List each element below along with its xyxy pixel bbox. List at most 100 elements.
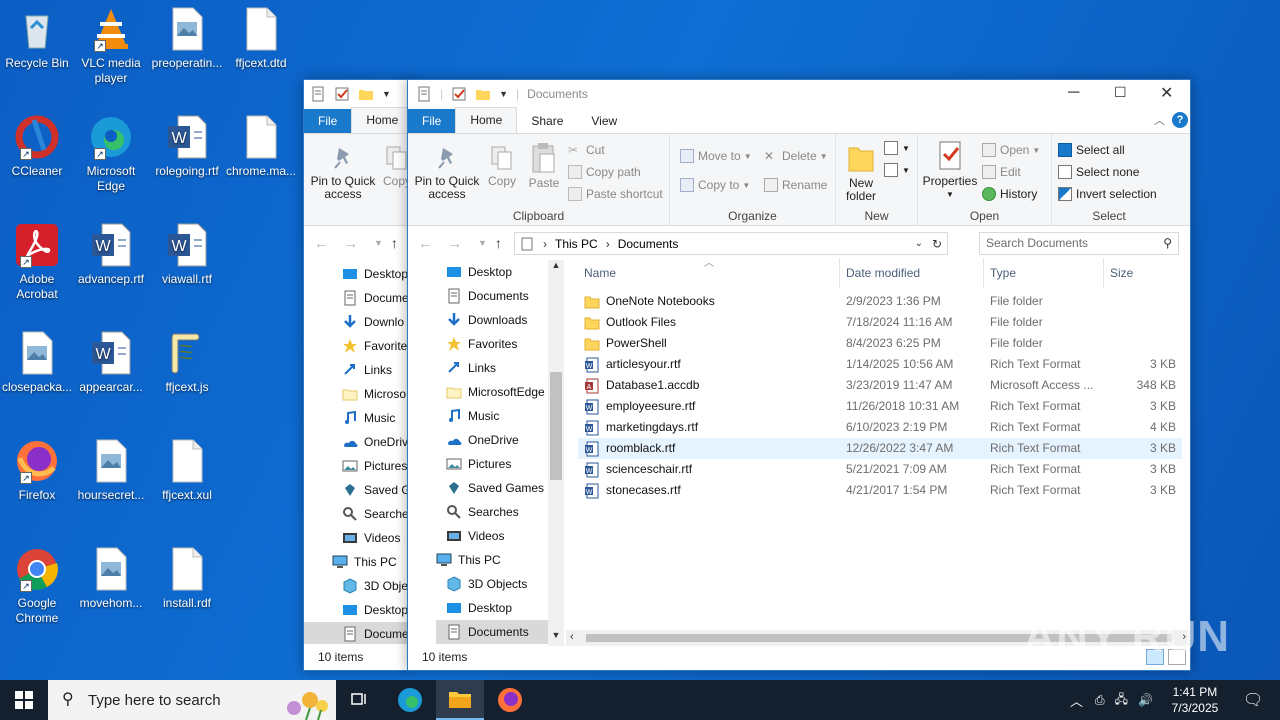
tree-item[interactable]: Desktop [436, 260, 548, 284]
properties-icon[interactable] [416, 86, 432, 102]
tree-item[interactable]: Music [304, 406, 408, 430]
tree-item[interactable]: 3D Obje [304, 574, 408, 598]
refresh-icon[interactable]: ↻ [932, 237, 942, 251]
search-input[interactable]: Search Documents ⚲ [979, 232, 1179, 255]
desktop-icon[interactable]: movehom... [74, 546, 148, 611]
tree-item[interactable]: Pictures [436, 452, 548, 476]
tree-item[interactable]: MicrosoftEdge [436, 380, 548, 404]
tree-item[interactable]: Pictures [304, 454, 408, 478]
up-arrow-icon[interactable]: ↑ [495, 235, 502, 251]
desktop-icon[interactable]: hoursecret... [74, 438, 148, 503]
desktop-icon[interactable]: preoperatin... [150, 6, 224, 71]
tree-item[interactable]: OneDriv [304, 430, 408, 454]
file-row[interactable]: Wemployeesure.rtf 11/26/2018 10:31 AM Rich… [578, 396, 1182, 417]
back-explorer-window[interactable]: ▼ File Home Pin to Quick access Copy ← →… [303, 79, 414, 671]
tree-item[interactable]: Desktop [304, 262, 408, 286]
desktop-icon[interactable]: Wappearcar... [74, 330, 148, 395]
file-row[interactable]: Outlook Files 7/18/2024 11:16 AM File fold… [578, 312, 1182, 333]
chevron-down-icon[interactable]: ▼ [382, 89, 391, 99]
column-type[interactable]: Type [984, 258, 1104, 288]
select-none-button[interactable]: Select none [1058, 162, 1139, 182]
help-icon[interactable]: ? [1172, 112, 1188, 128]
up-arrow-icon[interactable]: ↑ [391, 235, 398, 251]
close-button[interactable]: ✕ [1160, 83, 1180, 103]
file-row[interactable]: Wscienceschair.rtf 5/21/2021 7:09 AM Rich … [578, 459, 1182, 480]
chevron-down-icon[interactable]: ▼ [374, 238, 383, 248]
desktop-icon[interactable]: ↗ Firefox [0, 438, 74, 503]
properties-icon[interactable] [310, 86, 326, 102]
tree-item[interactable]: Links [436, 356, 548, 380]
tree-item[interactable]: Downloads [436, 308, 548, 332]
tree-item[interactable]: Docume [304, 286, 408, 310]
back-arrow-icon[interactable]: ← [314, 235, 328, 251]
minimize-button[interactable]: ─ [1068, 84, 1088, 102]
desktop-icon[interactable]: closepacka... [0, 330, 74, 395]
new-item-button[interactable]: ▼ [884, 138, 910, 158]
desktop-icon[interactable]: install.rdf [150, 546, 224, 611]
tree-item[interactable]: Documents [436, 284, 548, 308]
file-row[interactable]: Warticlesyour.rtf 1/14/2025 10:56 AM Rich … [578, 354, 1182, 375]
folder-icon[interactable] [358, 86, 374, 102]
tree-item[interactable]: Videos [436, 524, 548, 548]
desktop-icon[interactable]: ↗ Adobe Acrobat [0, 222, 74, 302]
file-row[interactable]: PowerShell 8/4/2023 6:25 PM File folder [578, 333, 1182, 354]
breadcrumb-documents[interactable]: Documents [618, 237, 679, 251]
tree-item[interactable]: Documents [436, 620, 548, 644]
tree-item[interactable]: Favorite [304, 334, 408, 358]
file-row[interactable]: Wmarketingdays.rtf 6/10/2023 2:19 PM Rich … [578, 417, 1182, 438]
back-tab-home[interactable]: Home [351, 107, 414, 133]
desktop-icon[interactable]: ffjcext.js [150, 330, 224, 395]
chevron-down-icon[interactable]: ▼ [499, 89, 508, 99]
paste-button[interactable]: Paste [524, 142, 564, 190]
nav-tree[interactable]: Desktop Documents Downloads Favorites Links M… [436, 260, 548, 644]
tree-item[interactable]: Favorites [436, 332, 548, 356]
taskbar-edge[interactable] [386, 680, 434, 720]
scroll-thumb[interactable] [550, 372, 562, 480]
tab-view[interactable]: View [577, 109, 631, 133]
breadcrumb-this-pc[interactable]: This PC [555, 237, 598, 251]
breadcrumb-chevron-icon[interactable]: › [606, 237, 610, 251]
invert-selection-button[interactable]: Invert selection [1058, 184, 1157, 204]
easy-access-button[interactable]: ▼ [884, 160, 910, 180]
history-button[interactable]: History [982, 184, 1037, 204]
tree-item[interactable]: Searches [436, 500, 548, 524]
forward-arrow-icon[interactable]: → [448, 235, 462, 251]
notification-icon[interactable]: 🗨 [1243, 690, 1263, 710]
tree-scrollbar[interactable]: ▲ ▼ [548, 260, 564, 646]
move-to-button[interactable]: Move to ▼ [680, 146, 752, 166]
pin-to-quick-access-button[interactable]: Pin to Quick access [412, 144, 482, 201]
explorer-window[interactable]: | ▼ | Documents ─ ☐ ✕ File Home Share Vi… [407, 79, 1191, 671]
desktop-icon[interactable]: Recycle Bin [0, 6, 74, 71]
tree-item[interactable]: Desktop [436, 596, 548, 620]
cut-button[interactable]: ✂ Cut [568, 140, 605, 160]
desktop-icon[interactable]: ↗ Microsoft Edge [74, 114, 148, 194]
tree-item[interactable]: OneDrive [436, 428, 548, 452]
copy-path-button[interactable]: Copy path [568, 162, 641, 182]
tree-item[interactable]: Videos [304, 526, 408, 550]
desktop-icon[interactable]: ↗ CCleaner [0, 114, 74, 179]
desktop-icon[interactable]: ↗ VLC media player [74, 6, 148, 86]
desktop-icon[interactable]: chrome.ma... [224, 114, 298, 179]
taskbar-file-explorer[interactable] [436, 680, 484, 720]
network-icon[interactable]: 🖧 [1115, 690, 1128, 711]
tab-home[interactable]: Home [455, 107, 518, 133]
breadcrumb-chevron-icon[interactable]: › [543, 237, 547, 251]
search-icon[interactable]: ⚲ [1163, 233, 1172, 254]
address-dropdown-icon[interactable]: ⌄ [915, 238, 923, 249]
checkmark-icon[interactable] [334, 86, 350, 102]
file-row[interactable]: OneNote Notebooks 2/9/2023 1:36 PM File fo… [578, 291, 1182, 312]
taskbar-search[interactable]: ⚲ Type here to search [48, 680, 336, 720]
taskbar-firefox[interactable] [486, 680, 534, 720]
tree-item[interactable]: Saved Games [436, 476, 548, 500]
tree-item[interactable]: Desktop [304, 598, 408, 622]
column-size[interactable]: Size [1104, 258, 1182, 288]
chevron-up-icon[interactable]: ︿ [1070, 691, 1083, 710]
file-row[interactable]: A Database1.accdb 3/23/2019 11:47 AM Micros… [578, 375, 1182, 396]
scroll-up-icon[interactable]: ▲ [548, 260, 564, 276]
tab-file[interactable]: File [408, 109, 456, 133]
scroll-left-icon[interactable]: ‹ [570, 631, 574, 643]
forward-arrow-icon[interactable]: → [344, 235, 358, 251]
task-view-button[interactable] [336, 680, 384, 720]
back-pin-button[interactable]: Pin to Quick access [308, 144, 378, 201]
tree-item[interactable]: 3D Objects [436, 572, 548, 596]
